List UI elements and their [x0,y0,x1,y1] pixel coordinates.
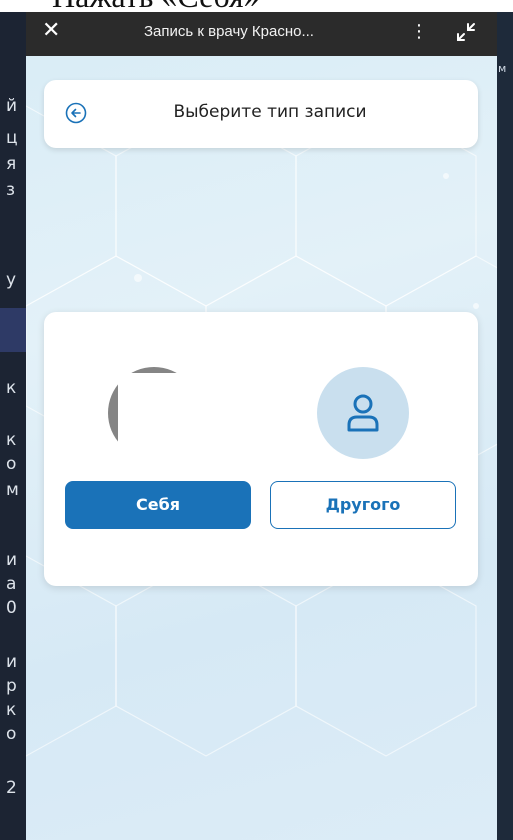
window-title-bar: ✕ Запись к врачу Красно... ⋮ [26,12,497,56]
window-title: Запись к врачу Красно... [144,23,314,40]
background-text-fragment: и [6,652,18,672]
background-text-fragment: у [6,270,17,290]
other-person-avatar [317,367,409,459]
background-text-fragment: 2 [6,778,17,798]
background-text-fragment: к [6,700,17,720]
background-highlight [0,308,26,352]
background-window-right: м [497,12,513,840]
background-text-fragment: р [6,676,17,696]
background-text-fragment: о [6,724,17,744]
caption-strip: Нажать «Себя» [0,0,513,12]
user-photo-avatar [108,367,200,459]
close-icon[interactable]: ✕ [42,18,60,43]
background-text-fragment: м [6,480,19,500]
background-text-fragment: к [6,430,17,450]
self-button[interactable]: Себя [65,481,251,529]
page-title: Выберите тип записи [173,102,367,122]
more-vertical-icon[interactable]: ⋮ [410,21,428,42]
background-text-fragment: а [6,574,17,594]
header-card: Выберите тип записи [44,80,478,148]
mini-app-window: ✕ Запись к врачу Красно... ⋮ Выберите ти… [26,12,497,840]
background-text-fragment: 0 [6,598,17,618]
background-text-fragment: я [6,154,17,174]
background-text-fragment: ц [6,128,18,148]
background-text-fragment: к [6,378,17,398]
background-text-fragment: и [6,550,18,570]
minimize-arrows-icon[interactable] [454,20,478,44]
appointment-type-card: Себя Другого [44,312,478,586]
background-text-fragment: м [498,62,507,75]
background-text-fragment: о [6,454,17,474]
background-text-fragment: й [6,96,18,116]
other-person-button[interactable]: Другого [270,481,456,529]
background-text-fragment: з [6,180,16,200]
caption-text: Нажать «Себя» [52,0,260,12]
background-window-left: й ц я з у к к о м и а 0 и р к о 2 [0,12,26,840]
user-icon [347,394,379,432]
